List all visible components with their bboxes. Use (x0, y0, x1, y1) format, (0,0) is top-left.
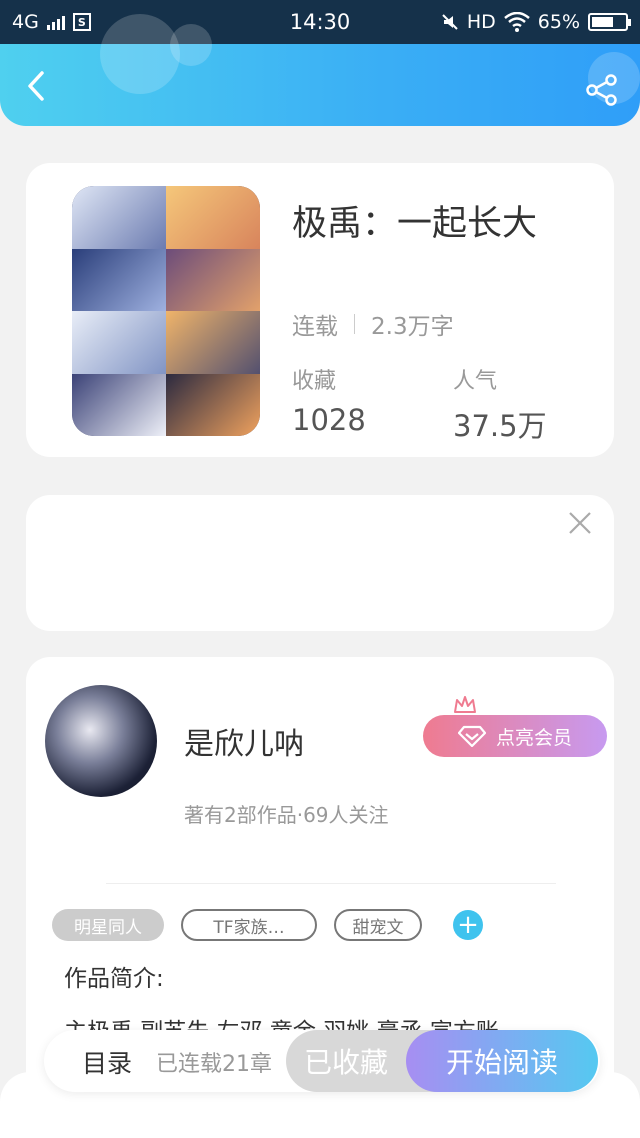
bottom-action-bar: 目录 已连载21章 已收藏 开始阅读 (44, 1030, 600, 1092)
divider (106, 883, 556, 884)
header (0, 14, 640, 126)
battery-icon (588, 13, 631, 31)
cover-tile (166, 248, 260, 311)
popularity-value: 37.5万 (453, 409, 547, 443)
book-cover[interactable] (72, 186, 260, 436)
close-button[interactable] (566, 509, 594, 537)
cover-tile (72, 186, 166, 249)
favorites-label: 收藏 (292, 369, 337, 394)
mute-icon (442, 14, 458, 30)
meta-separator (354, 314, 355, 334)
chapter-count[interactable]: 已连载21章 (156, 1046, 272, 1078)
diamond-icon (457, 725, 486, 747)
book-meta: 连载 2.3万字 (292, 307, 454, 341)
wifi-icon (503, 12, 530, 32)
cover-tile (72, 311, 166, 374)
book-title: 极禹：一起长大 (292, 204, 538, 244)
chevron-left-icon (28, 71, 44, 101)
back-button[interactable] (18, 68, 54, 104)
ad-card (26, 495, 614, 631)
sim-icon: S (72, 13, 91, 31)
close-icon (569, 512, 591, 534)
author-info: 著有2部作品·69人关注 (184, 803, 389, 827)
signal-icon (46, 14, 65, 30)
book-status: 连载 (292, 314, 338, 340)
start-reading-button[interactable]: 开始阅读 (406, 1030, 598, 1092)
share-button[interactable] (586, 74, 620, 108)
status-right: HD 65% (441, 11, 631, 33)
favorites-value: 1028 (292, 403, 366, 437)
cover-tile (166, 311, 260, 374)
tag[interactable]: 明星同人 (52, 909, 164, 941)
battery-fill (592, 17, 613, 27)
status-left: 4G S (12, 11, 91, 33)
vip-button[interactable]: 点亮会员 (423, 715, 607, 757)
popularity-label: 人气 (453, 369, 498, 394)
header-decoration (100, 14, 180, 94)
status-bar: 4G S 14:30 HD 65% (0, 0, 640, 44)
cover-tile (72, 373, 166, 436)
network-type: 4G (12, 11, 39, 33)
author-name[interactable]: 是欣儿呐 (184, 719, 304, 763)
favorited-label: 已收藏 (303, 1046, 388, 1079)
avatar[interactable] (45, 685, 157, 797)
book-info-card: 极禹：一起长大 连载 2.3万字 收藏 1028 人气 37.5万 (26, 163, 614, 457)
crown-icon (454, 696, 476, 713)
cover-tile (166, 186, 260, 249)
plus-icon: + (457, 910, 479, 940)
intro-label: 作品简介: (64, 966, 164, 992)
word-count: 2.3万字 (371, 314, 454, 340)
hd-indicator: HD (466, 11, 496, 33)
header-decoration (170, 24, 212, 66)
cover-tile (72, 248, 166, 311)
tag[interactable]: 甜宠文 (334, 909, 422, 941)
vip-button-label: 点亮会员 (495, 726, 572, 749)
tag[interactable]: TF家族… (181, 909, 317, 941)
share-icon (586, 74, 617, 106)
cover-tile (166, 373, 260, 436)
add-tag-button[interactable]: + (453, 910, 483, 940)
toc-button[interactable]: 目录 (82, 1044, 132, 1080)
start-reading-label: 开始阅读 (445, 1046, 558, 1079)
battery-percent: 65% (537, 11, 580, 33)
